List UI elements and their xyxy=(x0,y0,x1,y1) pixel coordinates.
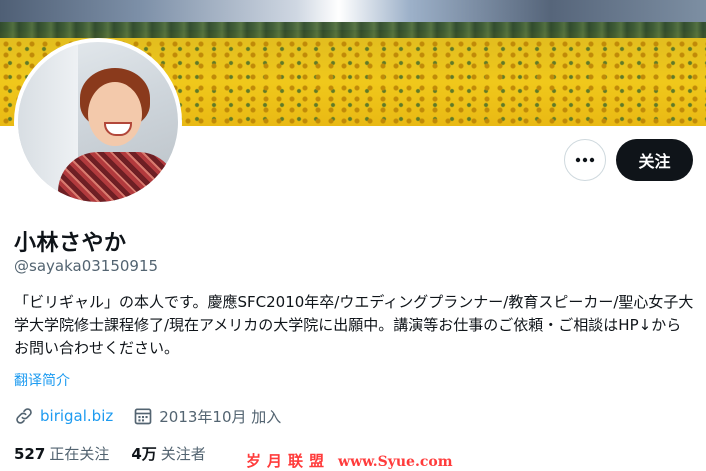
join-date: 2013年10月 加入 xyxy=(159,407,282,426)
following-stat[interactable]: 527 正在关注 xyxy=(14,443,109,464)
display-name: 小林さやか xyxy=(14,231,127,256)
profile-bio: 「ビリギャル」の本人です。慶應SFC2010年卒/ウエディングプランナー/教育ス… xyxy=(14,293,694,357)
followers-label: 关注者 xyxy=(160,445,206,463)
followers-stat[interactable]: 4万 关注者 xyxy=(131,443,205,464)
following-label: 正在关注 xyxy=(49,445,110,463)
calendar-icon xyxy=(134,408,152,425)
translate-bio-link[interactable]: 翻译简介 xyxy=(14,370,70,390)
followers-count: 4万 xyxy=(131,445,157,463)
avatar[interactable] xyxy=(14,38,182,206)
profile-meta: birigal.biz 2013年10月 加入 xyxy=(14,404,281,428)
website-link[interactable]: birigal.biz xyxy=(40,407,113,425)
avatar-face xyxy=(88,82,142,146)
watermark: 岁月联盟 www.Syue.com xyxy=(246,450,453,471)
watermark-url: www.Syue.com xyxy=(338,454,453,470)
more-icon xyxy=(575,157,595,163)
more-options-button[interactable] xyxy=(564,139,606,181)
avatar-photo xyxy=(18,42,178,202)
follow-stats: 527 正在关注 4万 关注者 xyxy=(14,443,228,464)
watermark-text: 岁月联盟 xyxy=(246,452,331,470)
user-handle: @sayaka03150915 xyxy=(14,257,159,275)
following-count: 527 xyxy=(14,445,46,463)
link-icon xyxy=(16,408,32,424)
avatar-clothing xyxy=(58,152,178,202)
follow-button[interactable]: 关注 xyxy=(616,139,693,181)
